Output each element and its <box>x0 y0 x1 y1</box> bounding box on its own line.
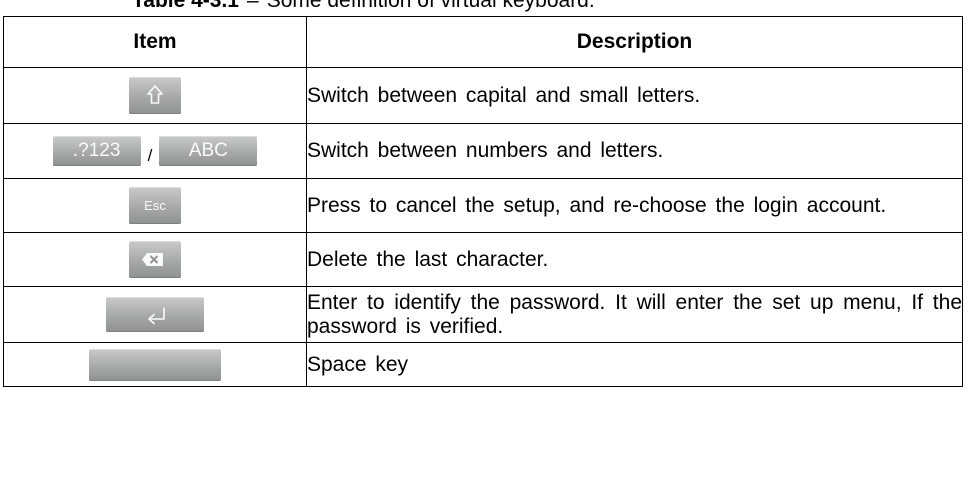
item-cell <box>3 67 307 124</box>
item-cell: .?123 / ABC <box>3 123 307 179</box>
description-cell: Enter to identify the password. It will … <box>306 286 963 343</box>
description-cell: Delete the last character. <box>306 232 963 287</box>
key-separator: / <box>147 146 153 165</box>
item-cell: Esc <box>3 178 307 233</box>
caption-separator: – <box>247 0 259 12</box>
item-cell <box>3 286 307 343</box>
table-row: Switch between capital and small letters… <box>3 67 963 124</box>
caption-title: Some definition of virtual keyboard. <box>266 0 595 12</box>
shift-key-icon <box>129 77 181 114</box>
table-row: Delete the last character. <box>3 232 963 287</box>
item-cell <box>3 232 307 287</box>
table-caption: Table 4-3.1– Some definition of virtual k… <box>132 0 595 13</box>
table-row: .?123 / ABC Switch between numbers and let… <box>3 123 963 179</box>
space-key-icon <box>89 348 221 381</box>
letters-key: ABC <box>159 136 258 166</box>
table-header-row: Item Description <box>3 16 963 68</box>
description-cell: Switch between numbers and letters. <box>306 123 963 179</box>
description-cell: Switch between capital and small letters… <box>306 67 963 124</box>
item-column-header: Item <box>3 16 307 68</box>
item-cell <box>3 342 307 387</box>
numbers-key: .?123 <box>52 136 141 166</box>
table-row: Space key <box>3 342 963 387</box>
description-cell: Space key <box>306 342 963 387</box>
table-row: Esc Press to cancel the setup, and re-ch… <box>3 178 963 233</box>
description-column-header: Description <box>306 16 963 68</box>
enter-key-icon <box>106 297 204 332</box>
virtual-keyboard-table: Item Description Switch between capital … <box>3 16 963 387</box>
description-cell: Press to cancel the setup, and re-choose… <box>306 178 963 233</box>
esc-key: Esc <box>129 187 181 224</box>
table-row: Enter to identify the password. It will … <box>3 286 963 343</box>
caption-label: Table 4-3.1 <box>132 0 239 12</box>
backspace-key-icon <box>129 241 181 278</box>
